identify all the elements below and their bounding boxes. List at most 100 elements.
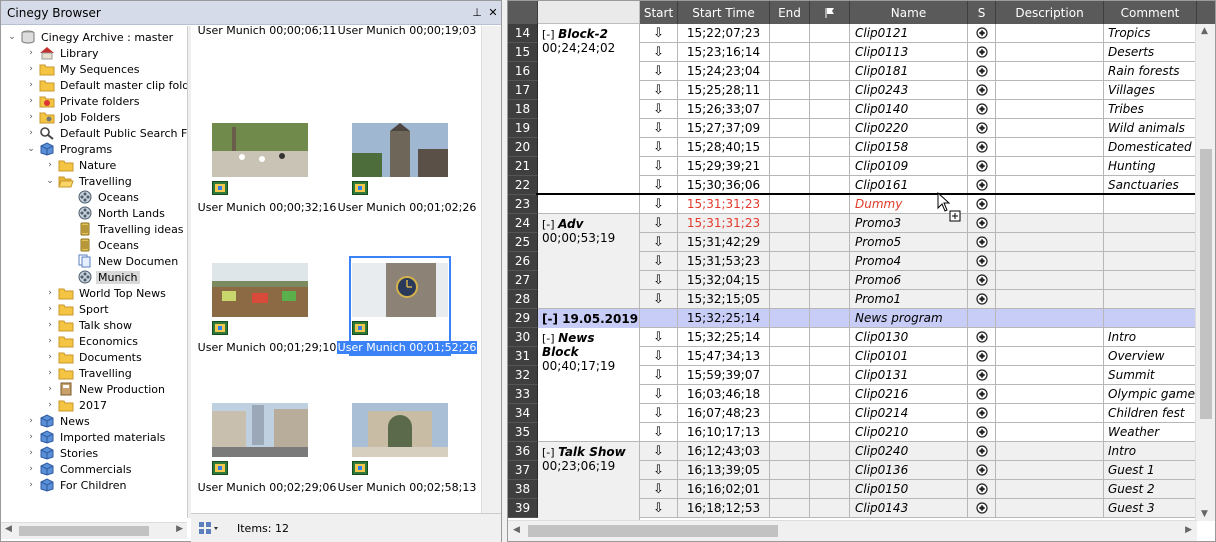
cell-desc[interactable]: [996, 252, 1104, 271]
status-icon[interactable]: [968, 385, 996, 404]
collapsed-chevron-icon[interactable]: ›: [45, 384, 55, 394]
column-header-name[interactable]: Name: [850, 1, 968, 24]
collapsed-chevron-icon[interactable]: ›: [26, 112, 36, 122]
tree-item[interactable]: › Stories: [26, 445, 100, 461]
cell-flag[interactable]: [810, 138, 850, 157]
tree-item[interactable]: › News: [26, 413, 92, 429]
cell-comment[interactable]: Wild animals: [1104, 119, 1197, 138]
start-arrow-icon[interactable]: ⇩: [640, 271, 678, 290]
tree-item[interactable]: › For Children: [26, 477, 128, 493]
column-header-s[interactable]: S: [968, 1, 996, 24]
cell-flag[interactable]: [810, 195, 850, 214]
cell-flag[interactable]: [810, 328, 850, 347]
collapsed-chevron-icon[interactable]: ›: [26, 432, 36, 442]
clip-thumbnail[interactable]: User Munich 00;02;58;13: [337, 403, 477, 513]
cell-end[interactable]: [770, 423, 810, 442]
scroll-thumb[interactable]: [528, 525, 778, 537]
tree-item[interactable]: › Travelling: [45, 365, 134, 381]
scroll-up-icon[interactable]: ▲: [1201, 26, 1208, 36]
status-icon[interactable]: [968, 157, 996, 176]
cell-flag[interactable]: [810, 157, 850, 176]
cell-comment[interactable]: [1104, 252, 1197, 271]
cell-end[interactable]: [770, 290, 810, 309]
clip-thumbnail[interactable]: User Munich 00;00;06;11: [197, 26, 337, 117]
tree-item[interactable]: North Lands: [64, 205, 167, 221]
collapsed-chevron-icon[interactable]: ›: [26, 480, 36, 490]
status-icon[interactable]: [968, 347, 996, 366]
collapsed-chevron-icon[interactable]: ›: [26, 80, 36, 90]
block-group[interactable]: [-] Block-2 00;24;24;02: [538, 24, 640, 214]
start-arrow-icon[interactable]: ⇩: [640, 81, 678, 100]
cell-name[interactable]: Promo1: [850, 290, 968, 309]
column-header-time[interactable]: Start Time: [678, 1, 770, 24]
cell-comment[interactable]: Children fest: [1104, 404, 1197, 423]
scroll-left-icon[interactable]: ◀: [513, 525, 520, 535]
cell-name[interactable]: Clip0140: [850, 100, 968, 119]
cell-desc[interactable]: [996, 423, 1104, 442]
close-icon[interactable]: ✕: [485, 6, 501, 19]
cell-flag[interactable]: [810, 233, 850, 252]
collapsed-chevron-icon[interactable]: ›: [45, 400, 55, 410]
cell-comment[interactable]: Guest 3: [1104, 499, 1197, 518]
column-header-end[interactable]: End: [770, 1, 810, 24]
tree-item[interactable]: › Nature: [45, 157, 118, 173]
status-icon[interactable]: [968, 100, 996, 119]
collapse-toggle[interactable]: [-]: [542, 332, 555, 345]
collapsed-chevron-icon[interactable]: ›: [45, 304, 55, 314]
cell-desc[interactable]: [996, 347, 1104, 366]
cell-flag[interactable]: [810, 100, 850, 119]
cell-time[interactable]: 16;16;02;01: [678, 480, 770, 499]
status-icon[interactable]: [968, 233, 996, 252]
start-arrow-icon[interactable]: ⇩: [640, 119, 678, 138]
cell-comment[interactable]: [1104, 195, 1197, 214]
cell-name[interactable]: Clip0101: [850, 347, 968, 366]
cell-desc[interactable]: [996, 290, 1104, 309]
cell-time[interactable]: 15;47;34;13: [678, 347, 770, 366]
cell-end[interactable]: [770, 24, 810, 43]
cell-end[interactable]: [770, 157, 810, 176]
start-arrow-icon[interactable]: ⇩: [640, 480, 678, 499]
status-icon[interactable]: [968, 442, 996, 461]
cell-name[interactable]: Clip0131: [850, 366, 968, 385]
cell-desc[interactable]: [996, 499, 1104, 518]
expanded-chevron-icon[interactable]: ⌄: [45, 176, 55, 186]
cell-desc[interactable]: [996, 328, 1104, 347]
collapsed-chevron-icon[interactable]: ›: [26, 128, 36, 138]
cell-time[interactable]: 15;22;07;23: [678, 24, 770, 43]
cell-comment[interactable]: [1104, 271, 1197, 290]
status-icon[interactable]: [968, 138, 996, 157]
block-group[interactable]: [-] News Block 00;40;17;19: [538, 328, 640, 442]
status-icon[interactable]: [968, 119, 996, 138]
cell-desc[interactable]: [996, 157, 1104, 176]
cell-name[interactable]: Clip0243: [850, 81, 968, 100]
collapse-toggle[interactable]: [-]: [542, 28, 555, 41]
cell-time[interactable]: 15;31;42;29: [678, 233, 770, 252]
scroll-thumb[interactable]: [1200, 149, 1212, 419]
collapse-toggle[interactable]: [-]: [542, 218, 555, 231]
tree-item[interactable]: › Private folders: [26, 93, 142, 109]
status-icon[interactable]: [968, 195, 996, 214]
collapsed-chevron-icon[interactable]: ›: [26, 464, 36, 474]
cell-end[interactable]: [770, 366, 810, 385]
cell-desc[interactable]: [996, 309, 1104, 328]
collapsed-chevron-icon[interactable]: ›: [26, 96, 36, 106]
cell-time[interactable]: 15;32;15;05: [678, 290, 770, 309]
start-arrow-icon[interactable]: ⇩: [640, 404, 678, 423]
cell-name[interactable]: Clip0220: [850, 119, 968, 138]
cell-end[interactable]: [770, 347, 810, 366]
thumbnail-vertical-scrollbar[interactable]: [481, 26, 501, 513]
start-arrow-icon[interactable]: ⇩: [640, 100, 678, 119]
cell-name[interactable]: Clip0216: [850, 385, 968, 404]
collapsed-chevron-icon[interactable]: ›: [45, 160, 55, 170]
cell-name[interactable]: Clip0130: [850, 328, 968, 347]
cell-comment[interactable]: Intro: [1104, 442, 1197, 461]
clip-thumbnail[interactable]: User Munich 00;01;29;10: [197, 263, 337, 393]
cell-end[interactable]: [770, 404, 810, 423]
start-arrow-icon[interactable]: ⇩: [640, 252, 678, 271]
cell-name[interactable]: News program: [850, 309, 968, 328]
cell-flag[interactable]: [810, 252, 850, 271]
tree-item[interactable]: › Economics: [45, 333, 140, 349]
cell-comment[interactable]: Domesticated a: [1104, 138, 1197, 157]
cell-name[interactable]: Clip0136: [850, 461, 968, 480]
pin-icon[interactable]: ⊥: [469, 6, 485, 19]
